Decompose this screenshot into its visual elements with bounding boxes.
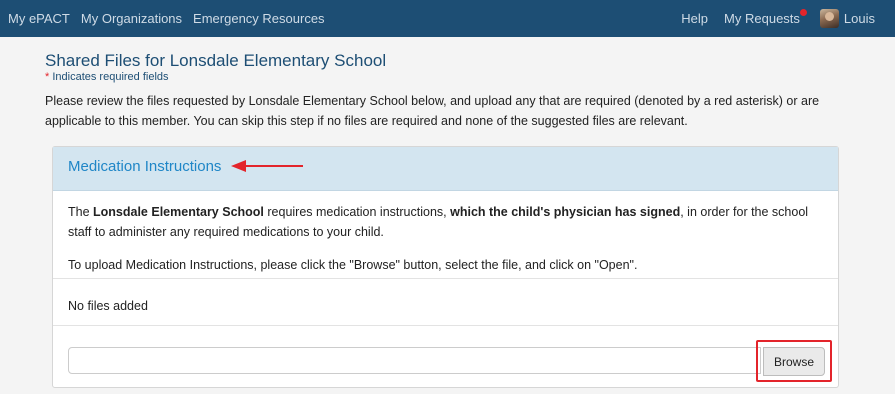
intro-text: Please review the files requested by Lon…: [45, 94, 820, 128]
page-title: Shared Files for Lonsdale Elementary Sch…: [45, 51, 387, 70]
body-text: requires medication instructions,: [263, 205, 451, 219]
nav-my-epact[interactable]: My ePACT: [8, 11, 70, 26]
top-navbar: My ePACT My Organizations Emergency Reso…: [0, 0, 895, 37]
card-body-paragraph-2: To upload Medication Instructions, pleas…: [68, 258, 638, 272]
body-bold-physician: which the child's physician has signed: [450, 205, 681, 219]
no-files-text: No files added: [68, 299, 148, 313]
card-body-paragraph-1: The Lonsdale Elementary School requires …: [68, 202, 823, 242]
body-bold-school: Lonsdale Elementary School: [93, 205, 264, 219]
nav-help[interactable]: Help: [681, 11, 708, 26]
avatar[interactable]: [819, 9, 839, 28]
file-path-input[interactable]: [68, 347, 761, 374]
nav-emergency-resources[interactable]: Emergency Resources: [193, 11, 325, 26]
divider: [53, 325, 838, 326]
notification-dot-icon: [799, 9, 807, 16]
divider: [53, 278, 838, 279]
annotation-arrow-icon: [231, 160, 303, 172]
required-note: * Indicates required fields: [45, 71, 169, 83]
body-text: The: [68, 205, 94, 219]
required-note-text: Indicates required fields: [52, 71, 169, 83]
nav-my-requests[interactable]: My Requests: [724, 11, 800, 26]
file-card: Medication Instructions The Lonsdale Ele…: [52, 146, 839, 388]
nav-left: My ePACT My Organizations Emergency Reso…: [8, 0, 325, 37]
nav-my-organizations[interactable]: My Organizations: [81, 11, 182, 26]
nav-right: Help My Requests Louis: [681, 0, 875, 37]
card-header: Medication Instructions: [53, 147, 838, 191]
card-body: The Lonsdale Elementary School requires …: [68, 202, 823, 275]
nav-my-requests-wrap[interactable]: My Requests: [724, 9, 807, 26]
card-title: Medication Instructions: [68, 158, 222, 175]
nav-user-name[interactable]: Louis: [844, 11, 875, 26]
required-asterisk: *: [45, 71, 50, 83]
browse-button[interactable]: Browse: [763, 347, 825, 376]
